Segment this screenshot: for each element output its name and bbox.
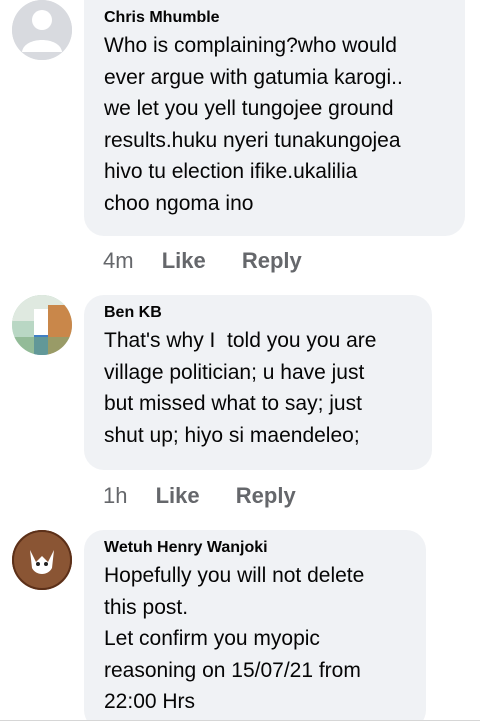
avatar-default[interactable]	[12, 0, 72, 60]
avatar-wetuh-henry-wanjoki[interactable]	[12, 530, 72, 590]
reply-button[interactable]: Reply	[242, 248, 302, 274]
comment-text: That's why I told you you are village po…	[104, 329, 377, 447]
comment-thread: Chris Mhumble Who is complaining?who wou…	[0, 0, 480, 721]
comment-actions: 1h Like Reply	[103, 483, 326, 509]
avatar-ben-kb[interactable]	[12, 295, 72, 355]
comment-bubble[interactable]: Ben KB That's why I told you you are vil…	[84, 295, 432, 470]
comment-text: Who is complaining?who would ever argue …	[104, 34, 403, 215]
comment-author[interactable]: Ben KB	[104, 303, 412, 323]
default-user-icon	[12, 0, 72, 60]
comment-actions: 4m Like Reply	[103, 248, 332, 274]
comment-timestamp[interactable]: 1h	[103, 483, 127, 509]
profile-photo-icon	[12, 295, 72, 355]
comment-bubble[interactable]: Wetuh Henry Wanjoki Hopefully you will n…	[84, 530, 426, 721]
comment-ben-kb: Ben KB That's why I told you you are vil…	[0, 295, 480, 525]
comment-wetuh-henry-wanjoki: Wetuh Henry Wanjoki Hopefully you will n…	[0, 530, 480, 721]
like-button[interactable]: Like	[162, 248, 206, 274]
comment-author[interactable]: Chris Mhumble	[104, 8, 445, 28]
reply-button[interactable]: Reply	[236, 483, 296, 509]
like-button[interactable]: Like	[156, 483, 200, 509]
comment-timestamp[interactable]: 4m	[103, 248, 134, 274]
comment-chris-mhumble: Chris Mhumble Who is complaining?who wou…	[0, 0, 480, 290]
comment-author[interactable]: Wetuh Henry Wanjoki	[104, 538, 406, 558]
badge-avatar-icon	[12, 530, 72, 590]
comment-bubble[interactable]: Chris Mhumble Who is complaining?who wou…	[84, 0, 465, 236]
comment-text: Hopefully you will not delete this post.…	[104, 564, 365, 713]
